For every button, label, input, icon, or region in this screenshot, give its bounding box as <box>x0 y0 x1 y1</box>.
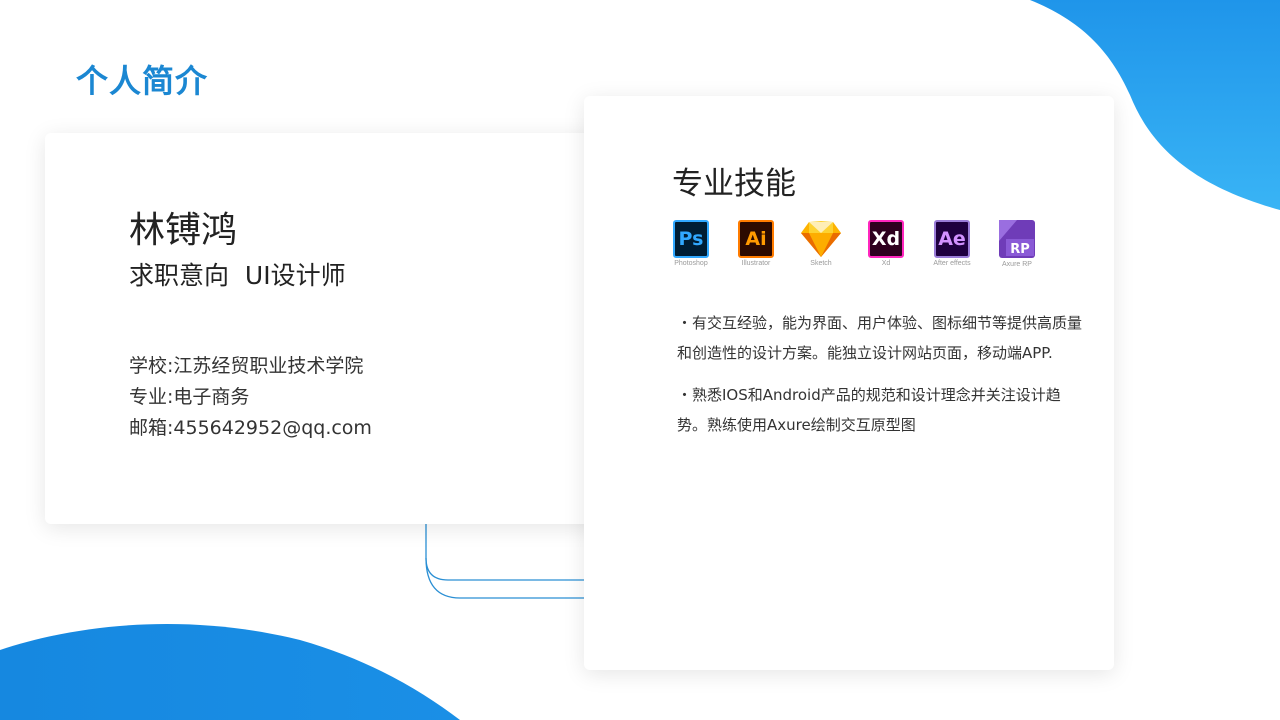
tool-photoshop: Ps Photoshop <box>666 220 716 267</box>
skills-description: ・有交互经验，能为界面、用户体验、图标细节等提供高质量和创造性的设计方案。能独立… <box>677 308 1087 452</box>
profile-info-list: 学校:江苏经贸职业技术学院 专业:电子商务 邮箱:455642952@qq.co… <box>129 351 372 444</box>
connector-lines <box>425 520 584 599</box>
illustrator-icon: Ai <box>738 220 774 258</box>
tool-label: Photoshop <box>674 260 708 267</box>
tool-illustrator: Ai Illustrator <box>731 220 781 267</box>
tool-xd: Xd Xd <box>861 220 911 267</box>
svg-text:RP: RP <box>1010 242 1030 257</box>
info-major: 专业:电子商务 <box>129 386 250 408</box>
sketch-icon <box>801 221 841 257</box>
skills-title: 专业技能 <box>672 166 796 202</box>
after-effects-icon: Ae <box>934 220 970 258</box>
xd-icon: Xd <box>868 220 904 258</box>
tool-after-effects: Ae After effects <box>927 220 977 267</box>
tool-label: Sketch <box>810 260 832 267</box>
info-email: 邮箱:455642952@qq.com <box>129 417 372 439</box>
skills-card: 专业技能 Ps Photoshop Ai Illustrator Sketch … <box>584 96 1114 670</box>
tool-label: Axure RP <box>1002 261 1032 268</box>
skill-description-item: ・有交互经验，能为界面、用户体验、图标细节等提供高质量和创造性的设计方案。能独立… <box>677 314 1083 362</box>
skill-description-item: ・熟悉IOS和Android产品的规范和设计理念并关注设计趋势。熟练使用Axur… <box>677 386 1061 434</box>
axure-rp-icon: RP <box>999 220 1035 258</box>
profile-card: 林镈鸿 求职意向 UI设计师 学校:江苏经贸职业技术学院 专业:电子商务 邮箱:… <box>45 133 618 524</box>
job-intent: 求职意向 UI设计师 <box>129 261 346 290</box>
tool-sketch: Sketch <box>796 220 846 267</box>
tool-axure-rp: RP Axure RP <box>992 220 1042 268</box>
tool-label: Xd <box>881 260 891 267</box>
decorative-blob-bottom-left <box>0 623 460 720</box>
page-title: 个人简介 <box>76 62 209 100</box>
photoshop-icon: Ps <box>673 220 709 258</box>
tool-label: Illustrator <box>741 260 771 267</box>
profile-name: 林镈鸿 <box>129 210 238 251</box>
tool-label: After effects <box>933 260 971 267</box>
info-school: 学校:江苏经贸职业技术学院 <box>129 355 364 377</box>
